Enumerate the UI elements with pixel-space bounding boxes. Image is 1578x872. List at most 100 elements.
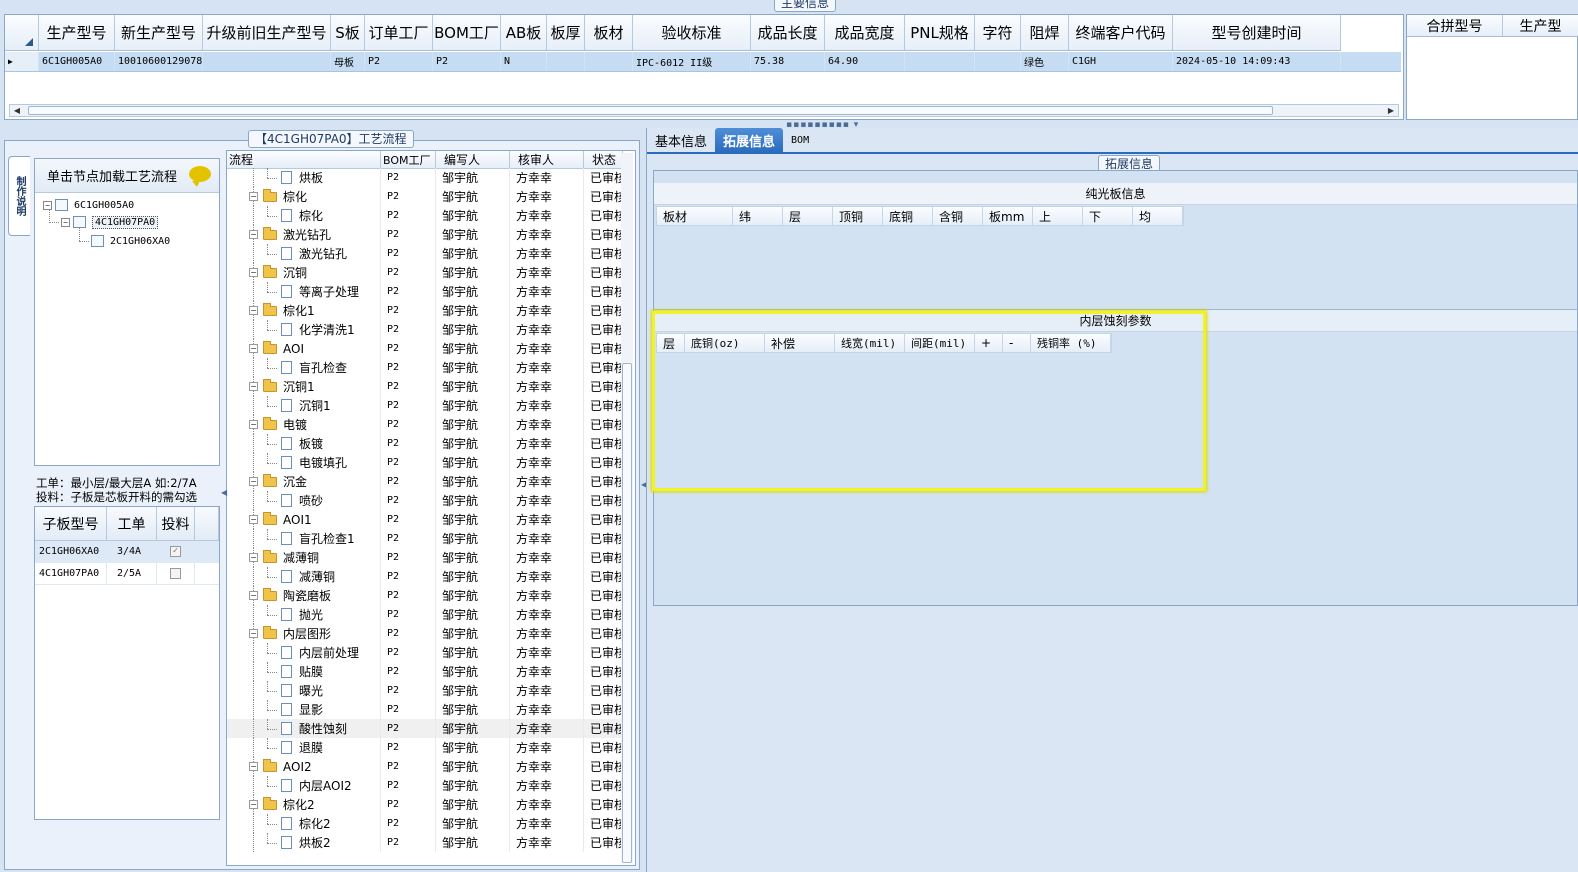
flow-node[interactable]: − 减薄铜	[249, 548, 319, 567]
table-row[interactable]: 棕化 P2 邹宇航 方幸幸 已审核	[227, 206, 623, 225]
collapse-icon[interactable]: −	[249, 800, 258, 809]
column-header[interactable]: 板mm	[983, 207, 1033, 225]
column-header[interactable]: 均	[1133, 207, 1183, 225]
flow-node[interactable]: 烘板2	[281, 833, 331, 852]
table-row[interactable]: − 激光钻孔 P2 邹宇航 方幸幸 已审核	[227, 225, 623, 244]
column-header[interactable]: 下	[1083, 207, 1133, 225]
column-header[interactable]: 底铜	[883, 207, 933, 225]
table-row[interactable]: 沉铜1 P2 邹宇航 方幸幸 已审核	[227, 396, 623, 415]
table-cell[interactable]: 6C1GH005A0	[39, 52, 115, 71]
column-header[interactable]: 型号创建时间	[1173, 15, 1341, 50]
flow-node[interactable]: 贴膜	[281, 662, 323, 681]
table-cell[interactable]: 75.38	[751, 52, 825, 71]
table-cell[interactable]: P2	[433, 52, 501, 71]
column-header[interactable]: 含铜	[933, 207, 983, 225]
column-header[interactable]: 生产型号	[39, 15, 115, 50]
flow-node[interactable]: 化学清洗1	[281, 320, 355, 339]
table-cell[interactable]: N	[501, 52, 547, 71]
table-row[interactable]: − 减薄铜 P2 邹宇航 方幸幸 已审核	[227, 548, 623, 567]
column-header[interactable]: 板材	[657, 207, 733, 225]
flow-node[interactable]: 棕化2	[281, 814, 331, 833]
table-cell[interactable]: 10010600129078	[115, 52, 203, 71]
row-indicator[interactable]: ▶	[5, 52, 39, 71]
table-cell[interactable]: IPC-6012 II级	[633, 52, 751, 71]
column-header[interactable]: PNL规格	[905, 15, 975, 50]
table-row[interactable]: 盲孔检查1 P2 邹宇航 方幸幸 已审核	[227, 529, 623, 548]
flow-node[interactable]: 退膜	[281, 738, 323, 757]
table-row[interactable]: 等离子处理 P2 邹宇航 方幸幸 已审核	[227, 282, 623, 301]
column-header[interactable]: 成品长度	[751, 15, 825, 50]
collapse-icon[interactable]: −	[43, 200, 52, 210]
table-cell[interactable]: 母板	[331, 52, 365, 71]
column-header[interactable]: 工单	[107, 507, 157, 540]
scrollbar-thumb[interactable]	[28, 106, 1273, 115]
table-row[interactable]: 显影 P2 邹宇航 方幸幸 已审核	[227, 700, 623, 719]
table-row[interactable]: 贴膜 P2 邹宇航 方幸幸 已审核	[227, 662, 623, 681]
main-info-selected-row[interactable]: ▶ 6C1GH005A0 10010600129078 母板 P2 P2 N IPC-6012…	[5, 52, 1401, 72]
column-header[interactable]: 核审人	[510, 151, 584, 168]
table-row[interactable]: 激光钻孔 P2 邹宇航 方幸幸 已审核	[227, 244, 623, 263]
table-row[interactable]: 化学清洗1 P2 邹宇航 方幸幸 已审核	[227, 320, 623, 339]
collapse-icon[interactable]: −	[249, 420, 258, 429]
column-header[interactable]: 投料	[157, 507, 195, 540]
table-row[interactable]: − AOI P2 邹宇航 方幸幸 已审核	[227, 339, 623, 358]
feed-checkbox[interactable]: ✓	[170, 546, 181, 557]
column-header[interactable]: 上	[1033, 207, 1083, 225]
column-header[interactable]: 生产型	[1503, 15, 1578, 36]
column-header[interactable]: BOM工厂	[381, 151, 436, 168]
feed-checkbox[interactable]	[170, 568, 181, 579]
table-cell[interactable]: 64.90	[825, 52, 905, 71]
flow-node[interactable]: 显影	[281, 700, 323, 719]
collapse-icon[interactable]: −	[249, 268, 258, 277]
flow-node[interactable]: 喷砂	[281, 491, 323, 510]
column-header[interactable]: 顶铜	[833, 207, 883, 225]
flow-node[interactable]: 棕化	[281, 206, 323, 225]
table-cell[interactable]	[547, 52, 585, 71]
flow-node[interactable]: 曝光	[281, 681, 323, 700]
column-header[interactable]: S板	[331, 15, 365, 50]
table-row[interactable]: 盲孔检查 P2 邹宇航 方幸幸 已审核	[227, 358, 623, 377]
table-row[interactable]: − AOI2 P2 邹宇航 方幸幸 已审核	[227, 757, 623, 776]
table-row[interactable]: 烘板2 P2 邹宇航 方幸幸 已审核	[227, 833, 623, 852]
table-row[interactable]: − 棕化1 P2 邹宇航 方幸幸 已审核	[227, 301, 623, 320]
tree-node[interactable]: − 6C1GH005A0	[43, 197, 134, 213]
flow-node[interactable]: 抛光	[281, 605, 323, 624]
table-row[interactable]: − 沉铜 P2 邹宇航 方幸幸 已审核	[227, 263, 623, 282]
table-cell[interactable]	[905, 52, 975, 71]
flow-node[interactable]: − 棕化	[249, 187, 307, 206]
flow-node[interactable]: − AOI1	[249, 510, 312, 529]
flow-node[interactable]: 酸性蚀刻	[281, 719, 347, 738]
flow-node[interactable]: − 陶瓷磨板	[249, 586, 331, 605]
flow-node[interactable]: 盲孔检查1	[281, 529, 355, 548]
collapse-icon[interactable]: −	[249, 477, 258, 486]
table-row[interactable]: 烘板 P2 邹宇航 方幸幸 已审核	[227, 168, 623, 187]
table-row[interactable]: 酸性蚀刻 P2 邹宇航 方幸幸 已审核	[227, 719, 623, 738]
flow-node[interactable]: 内层前处理	[281, 643, 359, 662]
collapse-icon[interactable]: −	[249, 230, 258, 239]
table-row[interactable]: − 电镀 P2 邹宇航 方幸幸 已审核	[227, 415, 623, 434]
column-header[interactable]: 流程	[227, 151, 381, 168]
collapse-icon[interactable]: −	[249, 515, 258, 524]
column-header[interactable]: 订单工厂	[365, 15, 433, 50]
scrollbar-thumb[interactable]	[622, 363, 632, 863]
column-header[interactable]: 阻焊	[1021, 15, 1069, 50]
collapse-icon[interactable]: −	[249, 382, 258, 391]
flow-node[interactable]: 沉铜1	[281, 396, 331, 415]
table-row[interactable]: − 沉铜1 P2 邹宇航 方幸幸 已审核	[227, 377, 623, 396]
tab-bom[interactable]: BOM	[783, 128, 817, 152]
table-row[interactable]: 喷砂 P2 邹宇航 方幸幸 已审核	[227, 491, 623, 510]
table-row[interactable]: 曝光 P2 邹宇航 方幸幸 已审核	[227, 681, 623, 700]
tree-node[interactable]: 2C1GH06XA0	[91, 233, 170, 249]
table-row[interactable]: 退膜 P2 邹宇航 方幸幸 已审核	[227, 738, 623, 757]
column-header[interactable]: 成品宽度	[825, 15, 905, 50]
flow-node[interactable]: 烘板	[281, 168, 323, 187]
side-tab-instructions[interactable]: 制作说明	[8, 156, 30, 236]
collapse-icon[interactable]: −	[249, 344, 258, 353]
table-row[interactable]: 电镀填孔 P2 邹宇航 方幸幸 已审核	[227, 453, 623, 472]
flow-node[interactable]: 盲孔检查	[281, 358, 347, 377]
column-header[interactable]: 子板型号	[35, 507, 107, 540]
table-cell[interactable]: 绿色	[1021, 52, 1069, 71]
collapse-icon[interactable]: −	[61, 217, 70, 227]
column-header[interactable]: 板厚	[547, 15, 585, 50]
flow-node[interactable]: − 内层图形	[249, 624, 331, 643]
